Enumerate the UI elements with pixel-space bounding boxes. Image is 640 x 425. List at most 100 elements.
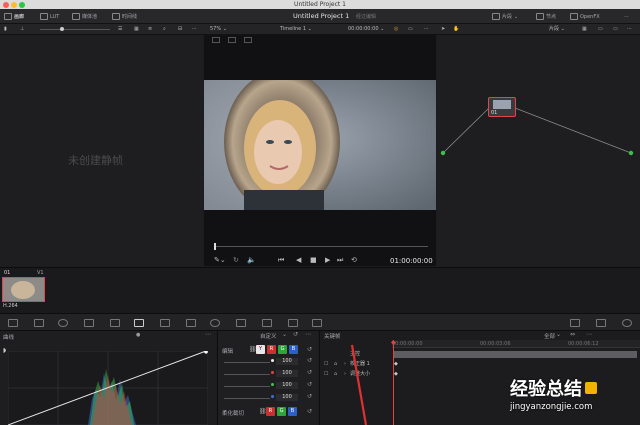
panel-toggle-icon[interactable]: ▮ bbox=[4, 26, 7, 33]
tab-timeline[interactable]: 时间线 bbox=[112, 12, 137, 21]
highlight-icon[interactable]: ◎ bbox=[394, 26, 398, 33]
power-icon[interactable]: ◗ bbox=[3, 347, 6, 354]
magic-mask-icon[interactable] bbox=[262, 319, 272, 327]
window-icon[interactable] bbox=[212, 37, 220, 43]
keyframe-ruler[interactable]: 00:00:00:00 00:00:03:06 00:00:06:12 bbox=[392, 340, 640, 348]
channel-r-button[interactable]: R bbox=[267, 345, 276, 354]
tracker-icon[interactable] bbox=[236, 319, 246, 327]
channel-g-slider[interactable] bbox=[224, 381, 270, 387]
soft-clip-b-button[interactable]: B bbox=[288, 407, 297, 416]
node-mode-select[interactable]: 片段 ⌄ bbox=[549, 26, 565, 33]
toggle-icon[interactable]: ☐ bbox=[324, 370, 328, 379]
expand-chevron-icon[interactable]: › bbox=[344, 370, 346, 379]
keyframe-diamond-icon[interactable]: ◆ bbox=[394, 370, 398, 379]
view-options-icon[interactable]: ▭ bbox=[408, 26, 413, 33]
info-icon[interactable] bbox=[622, 319, 632, 327]
channel-r-value[interactable]: 100 bbox=[276, 370, 298, 377]
thumbnail-size-slider[interactable] bbox=[40, 29, 110, 30]
wipe-icon[interactable] bbox=[228, 37, 236, 43]
qualifier-icon[interactable] bbox=[186, 319, 196, 327]
timecode-display[interactable]: 00:00:00:00 ⌄ bbox=[348, 26, 384, 33]
scopes-icon[interactable] bbox=[596, 319, 606, 327]
reset-icon[interactable]: ↺ bbox=[293, 331, 298, 338]
window-icon[interactable] bbox=[210, 319, 220, 327]
more-options-icon[interactable]: ⋯ bbox=[624, 12, 629, 21]
more-options-icon[interactable]: ⋯ bbox=[305, 331, 311, 338]
color-wheels-icon[interactable] bbox=[58, 319, 68, 327]
playhead[interactable] bbox=[214, 243, 216, 250]
motion-effects-icon[interactable] bbox=[110, 319, 120, 327]
filter-chevron-icon[interactable]: ⌄ bbox=[556, 331, 561, 338]
blur-icon[interactable] bbox=[288, 319, 298, 327]
channel-y-button[interactable]: Y bbox=[256, 345, 265, 354]
reset-icon[interactable]: ↺ bbox=[307, 381, 312, 388]
color-match-icon[interactable] bbox=[34, 319, 44, 327]
toggle-icon[interactable]: ☐ bbox=[324, 360, 328, 369]
stop-icon[interactable]: ■ bbox=[310, 256, 317, 264]
master-track-bar[interactable] bbox=[394, 351, 637, 358]
color-picker-icon[interactable]: ✎⌄ bbox=[214, 256, 226, 264]
custom-curve-chevron[interactable]: ⌄ bbox=[282, 331, 287, 338]
slider-handle[interactable] bbox=[60, 27, 64, 31]
sort-list-icon[interactable]: ≡ bbox=[148, 26, 152, 33]
keyframes-icon[interactable] bbox=[570, 319, 580, 327]
curve-graph[interactable] bbox=[8, 351, 208, 425]
keyframe-row-master[interactable]: 主控 bbox=[320, 350, 640, 359]
zoom-window-button[interactable] bbox=[19, 2, 25, 8]
rgb-mixer-icon[interactable] bbox=[84, 319, 94, 327]
more-options-icon[interactable]: ⋯ bbox=[424, 26, 429, 33]
more-options-icon[interactable]: ⋯ bbox=[192, 26, 197, 33]
channel-b-button[interactable]: B bbox=[289, 345, 298, 354]
zoom-select[interactable]: 57% ⌄ bbox=[210, 26, 227, 33]
color-warper-icon[interactable] bbox=[160, 319, 170, 327]
pointer-icon[interactable]: ➤ bbox=[441, 26, 445, 33]
tab-lut[interactable]: LUT bbox=[40, 12, 59, 21]
tab-clip[interactable]: 片段 ⌄ bbox=[492, 12, 518, 21]
node-grid-icon[interactable]: ▦ bbox=[582, 26, 587, 33]
camera-raw-icon[interactable] bbox=[8, 319, 18, 327]
channel-r-slider[interactable] bbox=[224, 369, 270, 375]
key-icon[interactable] bbox=[312, 319, 322, 327]
list-view-icon[interactable]: ☰ bbox=[118, 26, 122, 33]
keyframe-row-corrector[interactable]: ☐ ⌂ › 校正器 1 ◆ bbox=[320, 360, 640, 369]
node-zoom-icon[interactable]: ▭ bbox=[598, 26, 603, 33]
keyframe-filter[interactable]: 全部 bbox=[544, 332, 555, 340]
reset-icon[interactable]: ↺ bbox=[307, 369, 312, 376]
close-window-button[interactable] bbox=[3, 2, 9, 8]
minimize-window-button[interactable] bbox=[11, 2, 17, 8]
zoom-icon[interactable]: ⇔ bbox=[570, 331, 575, 338]
reset-icon[interactable]: ↺ bbox=[307, 357, 312, 364]
soft-clip-r-button[interactable]: R bbox=[266, 407, 275, 416]
tab-media-pool[interactable]: 媒体池 bbox=[72, 12, 97, 21]
tab-openfx[interactable]: OpenFX bbox=[570, 12, 600, 21]
loop-playback-icon[interactable]: ⟲ bbox=[351, 256, 357, 264]
search-icon[interactable]: ⌕ bbox=[163, 26, 166, 33]
tab-nodes[interactable]: 节点 bbox=[536, 12, 556, 21]
channel-g-value[interactable]: 100 bbox=[276, 382, 298, 389]
channel-b-value[interactable]: 100 bbox=[276, 394, 298, 401]
lock-icon[interactable]: ⌂ bbox=[334, 360, 337, 369]
split-icon[interactable] bbox=[244, 37, 252, 43]
sort-icon[interactable]: ⊥ bbox=[20, 26, 24, 33]
lock-icon[interactable]: ⌂ bbox=[334, 370, 337, 379]
play-reverse-icon[interactable]: ◀ bbox=[296, 256, 301, 264]
channel-b-slider[interactable] bbox=[224, 393, 270, 399]
loop-icon[interactable]: ↻ bbox=[233, 256, 239, 264]
volume-icon[interactable]: 🔈 bbox=[247, 256, 256, 264]
timeline-select[interactable]: Timeline 1 ⌄ bbox=[280, 26, 312, 33]
more-options-icon[interactable]: ⋯ bbox=[627, 26, 632, 33]
reset-icon[interactable]: ↺ bbox=[307, 408, 312, 415]
node-01[interactable]: 01 bbox=[488, 97, 516, 117]
keyframe-diamond-icon[interactable]: ◆ bbox=[394, 360, 398, 369]
expand-chevron-icon[interactable]: › bbox=[344, 360, 346, 369]
reset-icon[interactable]: ↺ bbox=[307, 393, 312, 400]
more-options-icon[interactable]: ⋯ bbox=[205, 331, 211, 338]
channel-y-slider[interactable] bbox=[224, 357, 270, 363]
skip-start-icon[interactable]: ⏮ bbox=[278, 256, 284, 265]
node-fit-icon[interactable]: ▭ bbox=[613, 26, 618, 33]
viewer-scrubber[interactable] bbox=[214, 246, 428, 247]
hand-icon[interactable]: ✋ bbox=[453, 26, 459, 33]
reset-icon[interactable]: ↺ bbox=[307, 346, 312, 353]
channel-g-button[interactable]: G bbox=[278, 345, 287, 354]
grid-view-icon[interactable]: ▦ bbox=[134, 26, 139, 33]
